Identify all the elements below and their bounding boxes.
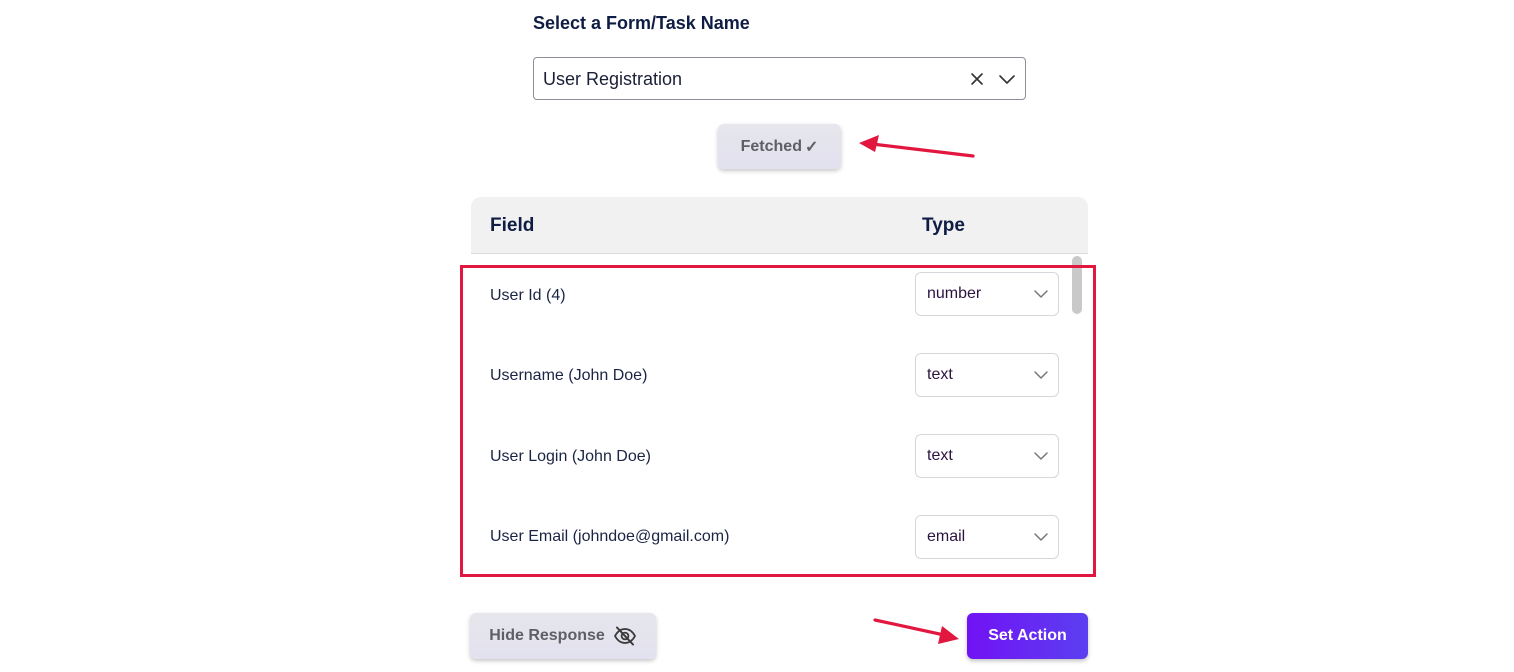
- fetched-button[interactable]: Fetched ✓: [718, 124, 841, 169]
- chevron-down-icon: [1034, 371, 1048, 379]
- chevron-down-icon: [1034, 452, 1048, 460]
- field-name: User Email (johndoe@gmail.com): [490, 527, 730, 545]
- arrow-icon: [873, 618, 959, 644]
- table-row: Username (John Doe) text: [471, 335, 1076, 416]
- close-icon[interactable]: [969, 71, 985, 87]
- hide-response-label: Hide Response: [489, 627, 605, 644]
- type-value: text: [927, 366, 953, 383]
- eye-off-icon: [613, 626, 636, 646]
- table-scrollbar[interactable]: [1072, 255, 1082, 575]
- form-select-value: User Registration: [543, 69, 683, 89]
- table-row: User Login (John Doe) text: [471, 416, 1076, 497]
- type-select[interactable]: email: [915, 515, 1059, 559]
- column-header-field: Field: [490, 215, 535, 236]
- table-row: User Id (4) number: [471, 255, 1076, 336]
- arrow-icon: [859, 135, 975, 158]
- field-name: Username (John Doe): [490, 366, 648, 384]
- form-select-dropdown[interactable]: User Registration: [533, 57, 1026, 100]
- hide-response-button[interactable]: Hide Response: [470, 613, 656, 659]
- check-icon: ✓: [804, 138, 819, 156]
- fetched-label: Fetched: [740, 137, 802, 155]
- type-value: text: [927, 447, 953, 464]
- chevron-down-icon: [1034, 533, 1048, 541]
- field-name: User Id (4): [490, 286, 566, 304]
- column-header-type: Type: [922, 215, 965, 236]
- form-select-label: Select a Form/Task Name: [533, 13, 750, 33]
- type-select[interactable]: text: [915, 353, 1059, 397]
- page: Select a Form/Task Name User Registratio…: [0, 0, 1514, 672]
- type-value: number: [927, 285, 982, 302]
- type-value: email: [927, 528, 966, 545]
- type-select[interactable]: number: [915, 272, 1059, 316]
- chevron-down-icon: [1034, 290, 1048, 298]
- type-select[interactable]: text: [915, 434, 1059, 478]
- table-row: User Email (johndoe@gmail.com) email: [471, 496, 1076, 577]
- chevron-down-icon[interactable]: [998, 71, 1016, 87]
- set-action-button[interactable]: Set Action: [967, 613, 1088, 659]
- table-header: Field Type: [471, 197, 1088, 254]
- field-name: User Login (John Doe): [490, 447, 651, 465]
- fields-table: Field Type User Id (4) number Username (…: [471, 197, 1088, 577]
- scrollbar-thumb[interactable]: [1072, 256, 1082, 314]
